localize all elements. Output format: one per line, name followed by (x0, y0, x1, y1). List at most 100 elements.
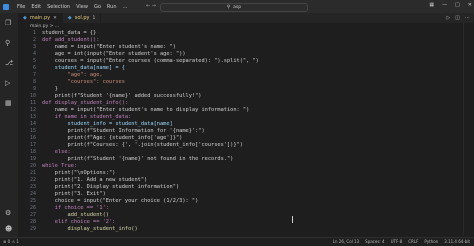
line-number: 9 (32, 86, 36, 92)
menu-selection[interactable]: Selection (47, 4, 70, 10)
menu-run[interactable]: Run (107, 4, 117, 10)
menu-file[interactable]: File (17, 4, 25, 10)
run-debug-icon[interactable]: ▷ (5, 79, 10, 87)
code-line: print(f"Student '{name}' not found in th… (42, 156, 234, 162)
code-line: name = input("Enter student's name: ") (42, 44, 176, 50)
layout-icon[interactable]: ▦ (429, 2, 434, 8)
menu-go[interactable]: Go (94, 4, 101, 10)
code-line: if choice == '1': (42, 205, 109, 211)
code-line: name = input("Enter student's name to di… (42, 107, 250, 113)
code-line: print(f"Student '{name}' added successfu… (42, 93, 202, 99)
code-line: def display_student_info(): (42, 100, 129, 106)
code-line: elif choice == '2': (42, 219, 116, 225)
editor-tabs: ◆ main.py ✕ ◆ sol.py 1 ▷ ◫ ⋯ (18, 13, 474, 23)
code-line: print(f"Student Information for '{name}'… (42, 128, 205, 134)
minimize-icon[interactable]: — (442, 2, 447, 8)
cursor-position[interactable]: Ln 26, Col 13 (333, 239, 359, 244)
line-ending[interactable]: CRLF (408, 239, 418, 244)
line-number: 2 (32, 37, 36, 43)
search-view-icon[interactable]: ⚲ (5, 39, 10, 47)
back-arrow-icon[interactable]: ← (146, 3, 150, 9)
code-line: "age": age, (42, 72, 103, 78)
line-number: 13 (29, 114, 36, 120)
code-line: courses = input("Enter courses (comma-se… (42, 58, 259, 64)
code-line: print("\nOptions:") (42, 170, 116, 176)
line-number: 7 (32, 72, 36, 78)
code-line: if name in student_data: (42, 114, 132, 120)
line-number: 4 (32, 51, 36, 57)
status-left: ⊗ 0 ⚠ 1 (3, 239, 19, 244)
line-number: 6 (32, 65, 36, 71)
code-line: print("2. Display student information") (42, 184, 180, 190)
explorer-icon[interactable]: ❐ (5, 19, 11, 27)
line-number: 27 (29, 212, 36, 218)
tab-main-py[interactable]: ◆ main.py ✕ (18, 13, 63, 23)
language-mode[interactable]: Python (424, 239, 438, 244)
code-line: add_student() (42, 212, 109, 218)
source-control-icon[interactable]: ⎇ (5, 59, 13, 67)
code-line: print("3. Exit") (42, 191, 106, 197)
breadcrumb[interactable]: main.py > ... (30, 24, 59, 29)
text-cursor (292, 216, 293, 223)
code-line: choice = input("Enter your choice (1/2/3… (42, 198, 199, 204)
minimap[interactable] (463, 23, 474, 236)
line-number: 22 (29, 177, 36, 183)
extensions-icon[interactable]: ▦ (5, 99, 12, 107)
line-number: 12 (29, 107, 36, 113)
line-number: 11 (29, 100, 36, 106)
tab-badge: 1 (92, 15, 96, 21)
line-number: 15 (29, 128, 36, 134)
line-number: 14 (29, 121, 36, 127)
line-number: 24 (29, 191, 36, 197)
python-file-icon: ◆ (23, 15, 27, 21)
problems-indicator[interactable]: ⊗ 0 ⚠ 1 (3, 239, 19, 244)
line-number: 28 (29, 219, 36, 225)
line-number: 19 (29, 156, 36, 162)
title-bar: File Edit Selection View Go Run … ← → ⚲ … (0, 0, 474, 13)
line-number: 26 (29, 205, 36, 211)
code-line: age = int(input("Enter student's age: ")… (42, 51, 186, 57)
account-icon[interactable]: ☻ (5, 225, 12, 233)
split-editor-icon[interactable]: ◫ (455, 15, 460, 21)
command-center-search[interactable]: ⚲ asp (160, 3, 308, 12)
line-number: 3 (32, 44, 36, 50)
line-number: 17 (29, 142, 36, 148)
code-editor[interactable]: 1 student_data = {} 2 def add_student():… (18, 30, 474, 236)
code-line: print("1. Add a new student") (42, 177, 148, 183)
editor-actions: ▷ ◫ ⋯ (446, 15, 470, 21)
code-line: while True: (42, 163, 78, 169)
code-line: else: (42, 149, 71, 155)
line-number: 10 (29, 93, 36, 99)
line-number: 20 (29, 163, 36, 169)
encoding[interactable]: UTF-8 (391, 239, 403, 244)
line-number: 25 (29, 198, 36, 204)
window-controls: ▦ — □ ✕ (429, 2, 472, 8)
forward-arrow-icon[interactable]: → (152, 3, 156, 9)
maximize-icon[interactable]: □ (455, 2, 460, 8)
close-icon[interactable]: ✕ (468, 2, 472, 8)
line-number: 23 (29, 184, 36, 190)
tab-sol-py[interactable]: ◆ sol.py 1 (63, 13, 102, 23)
code-line: print(f"Age: {student_info['age']}") (42, 135, 183, 141)
code-line: print(f"Courses: {', '.join(student_info… (42, 142, 243, 148)
python-interpreter[interactable]: 3.11.4 64-bit (444, 239, 470, 244)
code-line: display_student_info() (42, 226, 138, 232)
code-line: student_info = student_data[name] (42, 121, 173, 127)
vscode-logo-icon (3, 3, 9, 10)
menu-more[interactable]: … (123, 4, 128, 10)
line-number: 8 (32, 79, 36, 85)
tab-close-icon[interactable]: ✕ (53, 16, 57, 21)
code-line: "courses": courses (42, 79, 125, 85)
tab-label: sol.py (74, 15, 90, 21)
menu-edit[interactable]: Edit (31, 4, 41, 10)
code-line: student_data[name] = { (42, 65, 125, 71)
settings-gear-icon[interactable]: ⚙ (5, 209, 11, 217)
line-number: 1 (32, 30, 36, 36)
python-file-icon: ◆ (67, 15, 72, 21)
nav-arrows: ← → (146, 3, 156, 9)
menu-view[interactable]: View (76, 4, 88, 10)
run-file-icon[interactable]: ▷ (446, 15, 450, 21)
search-text: asp (233, 5, 242, 10)
more-actions-icon[interactable]: ⋯ (465, 15, 470, 21)
indentation[interactable]: Spaces: 4 (365, 239, 384, 244)
